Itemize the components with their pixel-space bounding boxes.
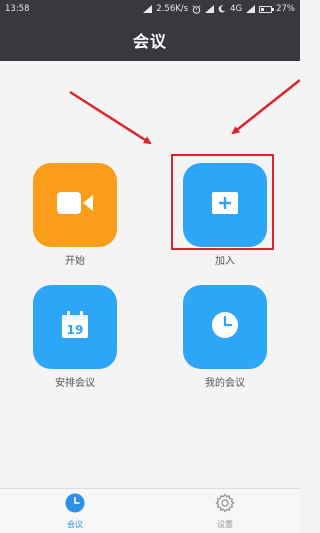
signal-icon <box>205 5 215 13</box>
tab-settings[interactable]: 设置 <box>150 489 300 533</box>
alarm-icon <box>192 4 201 14</box>
join-meeting-label: 加入 <box>215 256 235 267</box>
battery-percentage: 27% <box>276 4 295 14</box>
schedule-meeting-button[interactable]: 19 <box>33 285 117 369</box>
network-speed: 2.56K/s <box>156 4 189 14</box>
status-indicators: 2.56K/s 4G 27% <box>143 4 295 14</box>
highlight-box <box>171 154 274 250</box>
tab-meetings[interactable]: 会议 <box>0 489 150 533</box>
tab-settings-label: 设置 <box>217 519 233 529</box>
battery-level <box>261 7 264 11</box>
calendar-day: 19 <box>67 323 84 337</box>
clock-icon <box>211 311 239 343</box>
video-camera-icon <box>57 192 93 218</box>
my-meetings-label: 我的会议 <box>205 378 245 389</box>
tab-meetings-label: 会议 <box>67 519 83 529</box>
schedule-meeting-label: 安排会议 <box>55 378 95 389</box>
gear-icon <box>215 492 235 517</box>
signal-icon <box>246 5 256 13</box>
signal-icon <box>143 5 153 13</box>
start-meeting-label: 开始 <box>65 256 85 267</box>
start-meeting-button[interactable] <box>33 163 117 247</box>
page-title: 会议 <box>132 31 167 51</box>
arrow-right <box>231 79 300 135</box>
network-type: 4G <box>230 4 243 14</box>
status-time: 13:58 <box>5 4 30 14</box>
header: 会议 <box>0 18 300 61</box>
my-meetings-button[interactable] <box>183 285 267 369</box>
moon-icon <box>218 5 226 13</box>
calendar-icon: 19 <box>61 311 89 343</box>
bottom-nav: 会议 设置 <box>0 488 300 533</box>
battery-icon <box>259 5 275 13</box>
status-bar: 13:58 2.56K/s 4G 27% <box>0 0 300 18</box>
arrow-left <box>69 90 152 145</box>
clock-icon <box>65 493 85 517</box>
